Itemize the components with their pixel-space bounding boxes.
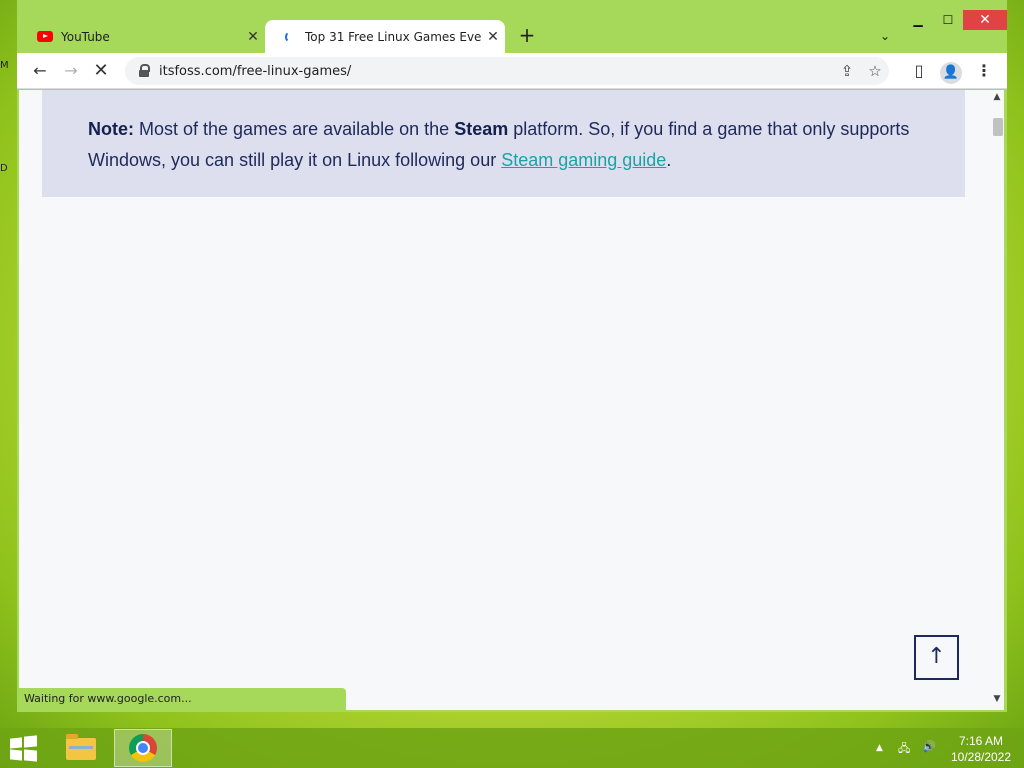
bookmark-star-icon[interactable]: ☆ (861, 62, 889, 80)
back-button[interactable]: ← (28, 59, 52, 83)
tab-search-button[interactable]: ⌄ (873, 24, 897, 48)
note-label: Note: (88, 119, 134, 139)
minimize-button[interactable]: ▁ (903, 10, 933, 30)
desktop-icon-label: M (0, 60, 9, 71)
system-clock[interactable]: 7:16 AM 10/28/2022 (946, 733, 1016, 765)
vertical-scrollbar[interactable]: ▲ ▼ (990, 90, 1004, 710)
tab-close-icon[interactable]: ✕ (241, 29, 265, 45)
stop-loading-button[interactable]: ✕ (89, 59, 113, 83)
close-window-button[interactable]: ✕ (963, 10, 1007, 30)
address-bar[interactable]: itsfoss.com/free-linux-games/ ⇪ ☆ (125, 57, 889, 85)
share-icon[interactable]: ⇪ (833, 62, 861, 80)
tab-itsfoss[interactable]: Top 31 Free Linux Games Everyone ✕ (265, 20, 505, 53)
side-panel-button[interactable]: ▯ (907, 59, 931, 83)
note-callout: Note: Most of the games are available on… (42, 90, 965, 197)
clock-time: 7:16 AM (958, 734, 1004, 748)
url-text[interactable]: itsfoss.com/free-linux-games/ (159, 64, 833, 79)
browser-toolbar: ← → ✕ itsfoss.com/free-linux-games/ ⇪ ☆ … (17, 53, 1007, 89)
tab-title: Top 31 Free Linux Games Everyone (305, 29, 481, 44)
scrollbar-thumb[interactable] (993, 118, 1003, 136)
note-text: Most of the games are available on the (134, 119, 455, 139)
avatar-icon: 👤 (940, 62, 962, 84)
loading-spinner-icon (285, 30, 297, 43)
status-bubble: Waiting for www.google.com... (19, 688, 346, 710)
chrome-menu-button[interactable]: ⋮ (972, 59, 996, 83)
windows-logo-icon (10, 737, 22, 749)
chrome-window: YouTube ✕ Top 31 Free Linux Games Everyo… (17, 0, 1007, 712)
steam-gaming-guide-link[interactable]: Steam gaming guide (501, 150, 666, 170)
scroll-to-top-button[interactable]: ↑ (914, 635, 959, 680)
profile-button[interactable]: 👤 (939, 59, 963, 84)
chrome-icon (129, 734, 157, 762)
file-explorer-button[interactable] (60, 732, 102, 766)
forward-button[interactable]: → (59, 59, 83, 83)
tab-title: YouTube (61, 29, 110, 44)
new-tab-button[interactable]: + (513, 24, 541, 48)
windows-logo-icon (24, 749, 37, 762)
folder-icon (66, 734, 96, 760)
desktop-icon-label: D (0, 163, 8, 174)
windows-logo-icon (24, 735, 37, 748)
page-viewport: Note: Most of the games are available on… (19, 90, 1004, 710)
lock-icon[interactable] (137, 64, 151, 78)
network-icon[interactable]: 🖧 (898, 740, 910, 759)
youtube-icon (37, 31, 53, 42)
clock-date: 10/28/2022 (950, 750, 1012, 764)
tab-strip: YouTube ✕ Top 31 Free Linux Games Everyo… (17, 0, 1007, 53)
show-hidden-icons-button[interactable]: ▲ (876, 743, 883, 753)
note-text: . (666, 150, 672, 170)
chrome-taskbar-button[interactable] (114, 729, 172, 767)
scroll-up-arrow-icon[interactable]: ▲ (990, 92, 1004, 106)
tab-youtube[interactable]: YouTube ✕ (25, 20, 265, 53)
scroll-down-arrow-icon[interactable]: ▼ (990, 694, 1004, 708)
maximize-button[interactable]: ☐ (933, 10, 963, 30)
tab-close-icon[interactable]: ✕ (481, 29, 505, 45)
volume-icon[interactable]: 🔊 (922, 740, 936, 753)
start-button[interactable] (8, 735, 38, 762)
taskbar: ▲ 🖧 🔊 7:16 AM 10/28/2022 (0, 728, 1024, 768)
note-steam: Steam (454, 119, 509, 139)
windows-logo-icon (10, 749, 22, 761)
